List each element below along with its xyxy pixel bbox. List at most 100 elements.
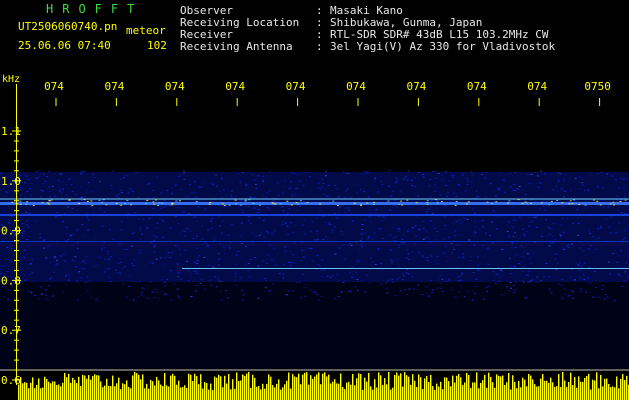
signal-speck [578, 204, 581, 205]
noise-speck [348, 290, 351, 292]
signal-speck [290, 204, 293, 206]
noise-speck [4, 265, 7, 267]
signal-speck [69, 199, 71, 201]
noise-speck [590, 173, 593, 175]
noise-speck [234, 275, 237, 277]
noise-speck [612, 253, 615, 255]
level-bar [144, 388, 146, 400]
noise-speck [109, 229, 111, 231]
noise-speck [21, 234, 24, 236]
noise-speck [237, 205, 240, 207]
noise-speck [25, 175, 28, 177]
noise-speck [38, 170, 41, 172]
noise-speck [366, 173, 369, 175]
noise-speck [262, 175, 265, 177]
noise-speck [532, 216, 535, 218]
level-bar [476, 372, 478, 400]
level-bar [156, 376, 158, 400]
noise-speck [316, 294, 318, 295]
noise-speck [43, 239, 46, 241]
signal-speck [78, 203, 81, 205]
level-bar [514, 381, 516, 400]
noise-speck [221, 220, 223, 222]
noise-speck [514, 266, 516, 268]
noise-speck [445, 280, 448, 282]
noise-speck [452, 192, 455, 194]
noise-speck [201, 244, 204, 246]
noise-speck [576, 217, 579, 219]
y-tick-label: 0.6 [1, 374, 21, 387]
level-bar [432, 386, 434, 400]
noise-speck [132, 298, 135, 300]
noise-speck [211, 218, 214, 220]
level-bar [190, 374, 192, 400]
noise-speck [557, 180, 560, 182]
noise-speck [419, 254, 422, 255]
signal-speck [584, 204, 587, 206]
signal-speck [299, 200, 302, 202]
noise-speck [441, 251, 444, 253]
signal-speck [32, 205, 35, 206]
level-bar [152, 381, 154, 400]
noise-speck [147, 183, 150, 185]
level-bar [220, 376, 222, 400]
level-bar [58, 384, 60, 400]
noise-speck [54, 257, 57, 259]
noise-speck [5, 258, 7, 260]
noise-speck [623, 196, 626, 198]
level-bar [244, 375, 246, 400]
noise-speck [308, 247, 311, 249]
noise-speck [540, 170, 542, 172]
noise-speck [167, 252, 169, 254]
noise-speck [163, 263, 166, 265]
noise-speck [190, 191, 193, 193]
noise-speck [302, 274, 305, 276]
signal-speck [126, 199, 129, 201]
noise-speck [366, 274, 369, 276]
noise-speck [1, 265, 4, 267]
noise-speck [561, 297, 564, 299]
level-bar [382, 384, 384, 400]
level-bar [454, 382, 456, 400]
noise-speck [39, 286, 42, 288]
noise-speck [239, 277, 242, 279]
noise-speck [299, 282, 302, 283]
signal-speck [521, 203, 524, 205]
noise-speck [414, 243, 417, 245]
noise-speck [163, 199, 166, 201]
signal-speck [360, 205, 363, 206]
noise-speck [580, 265, 583, 267]
date-time: 25.06.06 07:40 [18, 39, 111, 52]
noise-speck [433, 259, 436, 261]
noise-speck [593, 271, 596, 273]
noise-speck [520, 245, 523, 247]
noise-speck [83, 170, 86, 172]
noise-speck [466, 218, 469, 220]
noise-speck [407, 273, 410, 275]
signal-speck [526, 202, 529, 204]
noise-speck [57, 180, 60, 182]
noise-speck [602, 206, 605, 207]
noise-speck [343, 258, 346, 260]
noise-speck [557, 179, 560, 180]
noise-speck [548, 288, 551, 290]
level-bar [280, 389, 282, 400]
noise-speck [169, 270, 172, 272]
noise-speck [152, 196, 155, 198]
noise-speck [619, 250, 622, 252]
level-bar [386, 384, 388, 400]
noise-speck [535, 226, 538, 228]
noise-speck [205, 245, 208, 247]
noise-speck [290, 261, 293, 263]
noise-speck [620, 212, 623, 214]
noise-speck [87, 182, 90, 184]
noise-speck [316, 239, 319, 241]
noise-speck [219, 243, 222, 245]
noise-speck [567, 247, 570, 249]
noise-speck [64, 276, 67, 278]
level-bar [622, 374, 624, 400]
level-bar [216, 377, 218, 400]
noise-speck [335, 188, 338, 190]
level-bar [576, 387, 578, 400]
noise-speck [168, 205, 171, 207]
